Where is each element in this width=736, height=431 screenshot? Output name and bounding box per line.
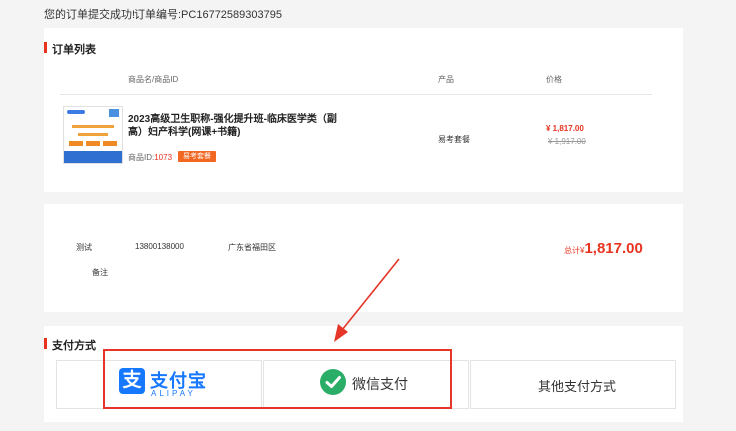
red-arrow-icon	[334, 258, 400, 342]
